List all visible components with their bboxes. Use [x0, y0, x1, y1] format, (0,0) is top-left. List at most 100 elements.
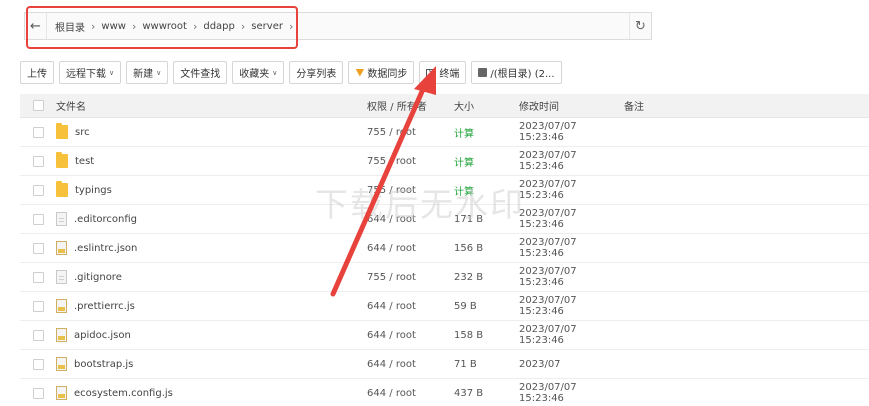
file-name[interactable]: .eslintrc.json: [74, 243, 137, 254]
row-checkbox[interactable]: [32, 329, 44, 341]
file-perm[interactable]: 644 / root: [367, 301, 454, 312]
file-mtime: 2023/07/07 15:23:46: [519, 208, 577, 230]
breadcrumb-root[interactable]: 根目录: [55, 19, 85, 34]
terminal-icon: [426, 68, 437, 77]
new-button[interactable]: 新建 ∨: [126, 61, 169, 84]
file-name[interactable]: .gitignore: [74, 272, 122, 283]
file-perm[interactable]: 755 / root: [367, 156, 454, 167]
file-perm[interactable]: 644 / root: [367, 388, 454, 399]
file-name[interactable]: apidoc.json: [74, 330, 131, 341]
file-name[interactable]: ecosystem.config.js: [74, 388, 173, 399]
table-row[interactable]: .gitignore 755 / root 232 B 2023/07/07 1…: [20, 263, 869, 292]
table-row[interactable]: apidoc.json 644 / root 158 B 2023/07/07 …: [20, 321, 869, 350]
table-row[interactable]: .prettierrc.js 644 / root 59 B 2023/07/0…: [20, 292, 869, 321]
row-checkbox[interactable]: [32, 387, 44, 399]
table-row[interactable]: bootstrap.js 644 / root 71 B 2023/07: [20, 350, 869, 379]
toolbar: 上传 远程下载 ∨ 新建 ∨ 文件查找 收藏夹 ∨ 分享列表 数据同步 终端 /(根目…: [20, 61, 562, 84]
row-checkbox[interactable]: [32, 358, 44, 370]
file-perm[interactable]: 644 / root: [367, 330, 454, 341]
select-all-checkbox[interactable]: [32, 100, 44, 111]
breadcrumb-www[interactable]: www: [101, 21, 126, 32]
data-sync-label: 数据同步: [367, 69, 408, 80]
header-perm[interactable]: 权限 / 所有者: [367, 98, 454, 113]
file-mtime: 2023/07: [519, 358, 561, 370]
remote-download-button[interactable]: 远程下载 ∨: [59, 61, 122, 84]
json-file-icon: [56, 241, 67, 255]
header-size[interactable]: 大小: [454, 98, 519, 113]
folder-icon: [56, 123, 68, 139]
chevron-right-icon: ›: [131, 19, 137, 33]
new-label: 新建: [133, 69, 154, 80]
json-file-icon: [56, 328, 67, 342]
row-checkbox[interactable]: [32, 184, 44, 196]
file-size: 158 B: [454, 329, 484, 341]
folder-icon: [56, 152, 68, 168]
file-perm[interactable]: 755 / root: [367, 272, 454, 283]
chevron-right-icon: ›: [192, 19, 198, 33]
header-name[interactable]: 文件名: [56, 98, 367, 113]
row-checkbox[interactable]: [32, 155, 44, 167]
row-checkbox[interactable]: [32, 242, 44, 254]
back-arrow-icon[interactable]: ←: [25, 13, 47, 39]
file-search-button[interactable]: 文件查找: [173, 61, 228, 84]
file-size[interactable]: 计算: [454, 125, 519, 140]
breadcrumb-server[interactable]: server: [251, 21, 283, 32]
header-mtime[interactable]: 修改时间: [519, 98, 624, 113]
path-bar: ← 根目录 › www › wwwroot › ddapp › server ›…: [24, 12, 652, 40]
file-name[interactable]: .prettierrc.js: [74, 301, 135, 312]
file-size: 59 B: [454, 300, 477, 312]
file-mtime: 2023/07/07 15:23:46: [519, 179, 577, 201]
table-row[interactable]: src 755 / root 计算 2023/07/07 15:23:46: [20, 118, 869, 147]
file-size[interactable]: 计算: [454, 154, 519, 169]
table-row[interactable]: typings 755 / root 计算 2023/07/07 15:23:4…: [20, 176, 869, 205]
file-name[interactable]: src: [75, 127, 90, 138]
file-mtime: 2023/07/07 15:23:46: [519, 324, 577, 346]
row-checkbox[interactable]: [32, 300, 44, 312]
row-checkbox[interactable]: [32, 271, 44, 283]
file-icon: [56, 270, 67, 284]
sync-icon: [355, 68, 365, 77]
file-perm[interactable]: 755 / root: [367, 127, 454, 138]
data-sync-button[interactable]: 数据同步: [348, 61, 415, 84]
chevron-right-icon[interactable]: ›: [289, 20, 293, 33]
upload-label: 上传: [27, 69, 47, 80]
file-name[interactable]: test: [75, 156, 94, 167]
terminal-button[interactable]: 终端: [419, 61, 467, 84]
file-perm[interactable]: 644 / root: [367, 214, 454, 225]
chevron-right-icon: ›: [91, 19, 96, 33]
row-checkbox[interactable]: [32, 126, 44, 138]
file-size[interactable]: 计算: [454, 183, 519, 198]
favorites-button[interactable]: 收藏夹 ∨: [232, 61, 285, 84]
chevron-down-icon: ∨: [272, 68, 278, 77]
file-perm[interactable]: 755 / root: [367, 185, 454, 196]
file-search-label: 文件查找: [180, 69, 221, 80]
file-perm[interactable]: 644 / root: [367, 243, 454, 254]
js-file-icon: [56, 386, 67, 400]
disk-label: /(根目录) (2...: [490, 69, 555, 80]
file-icon: [56, 212, 67, 226]
table-row[interactable]: ecosystem.config.js 644 / root 437 B 202…: [20, 379, 869, 406]
file-name[interactable]: typings: [75, 185, 112, 196]
row-checkbox[interactable]: [32, 213, 44, 225]
breadcrumb-wwwroot[interactable]: wwwroot: [142, 21, 187, 32]
file-name[interactable]: .editorconfig: [74, 214, 137, 225]
breadcrumb: 根目录 › www › wwwroot › ddapp › server ›: [47, 19, 299, 34]
breadcrumb-ddapp[interactable]: ddapp: [203, 21, 235, 32]
js-file-icon: [56, 299, 67, 313]
remote-download-label: 远程下载: [66, 69, 106, 80]
table-header: 文件名 权限 / 所有者 大小 修改时间 备注: [20, 94, 869, 118]
header-note: 备注: [624, 102, 644, 113]
table-row[interactable]: .editorconfig 644 / root 171 B 2023/07/0…: [20, 205, 869, 234]
table-row[interactable]: test 755 / root 计算 2023/07/07 15:23:46: [20, 147, 869, 176]
upload-button[interactable]: 上传: [20, 61, 54, 84]
file-name[interactable]: bootstrap.js: [74, 359, 133, 370]
file-perm[interactable]: 644 / root: [367, 359, 454, 370]
table-row[interactable]: .eslintrc.json 644 / root 156 B 2023/07/…: [20, 234, 869, 263]
disk-button[interactable]: /(根目录) (2...: [471, 61, 562, 84]
file-mtime: 2023/07/07 15:23:46: [519, 237, 577, 259]
share-list-label: 分享列表: [296, 69, 337, 80]
refresh-icon[interactable]: ↻: [629, 13, 651, 39]
chevron-down-icon: ∨: [156, 68, 162, 77]
file-mtime: 2023/07/07 15:23:46: [519, 121, 577, 143]
share-list-button[interactable]: 分享列表: [289, 61, 344, 84]
